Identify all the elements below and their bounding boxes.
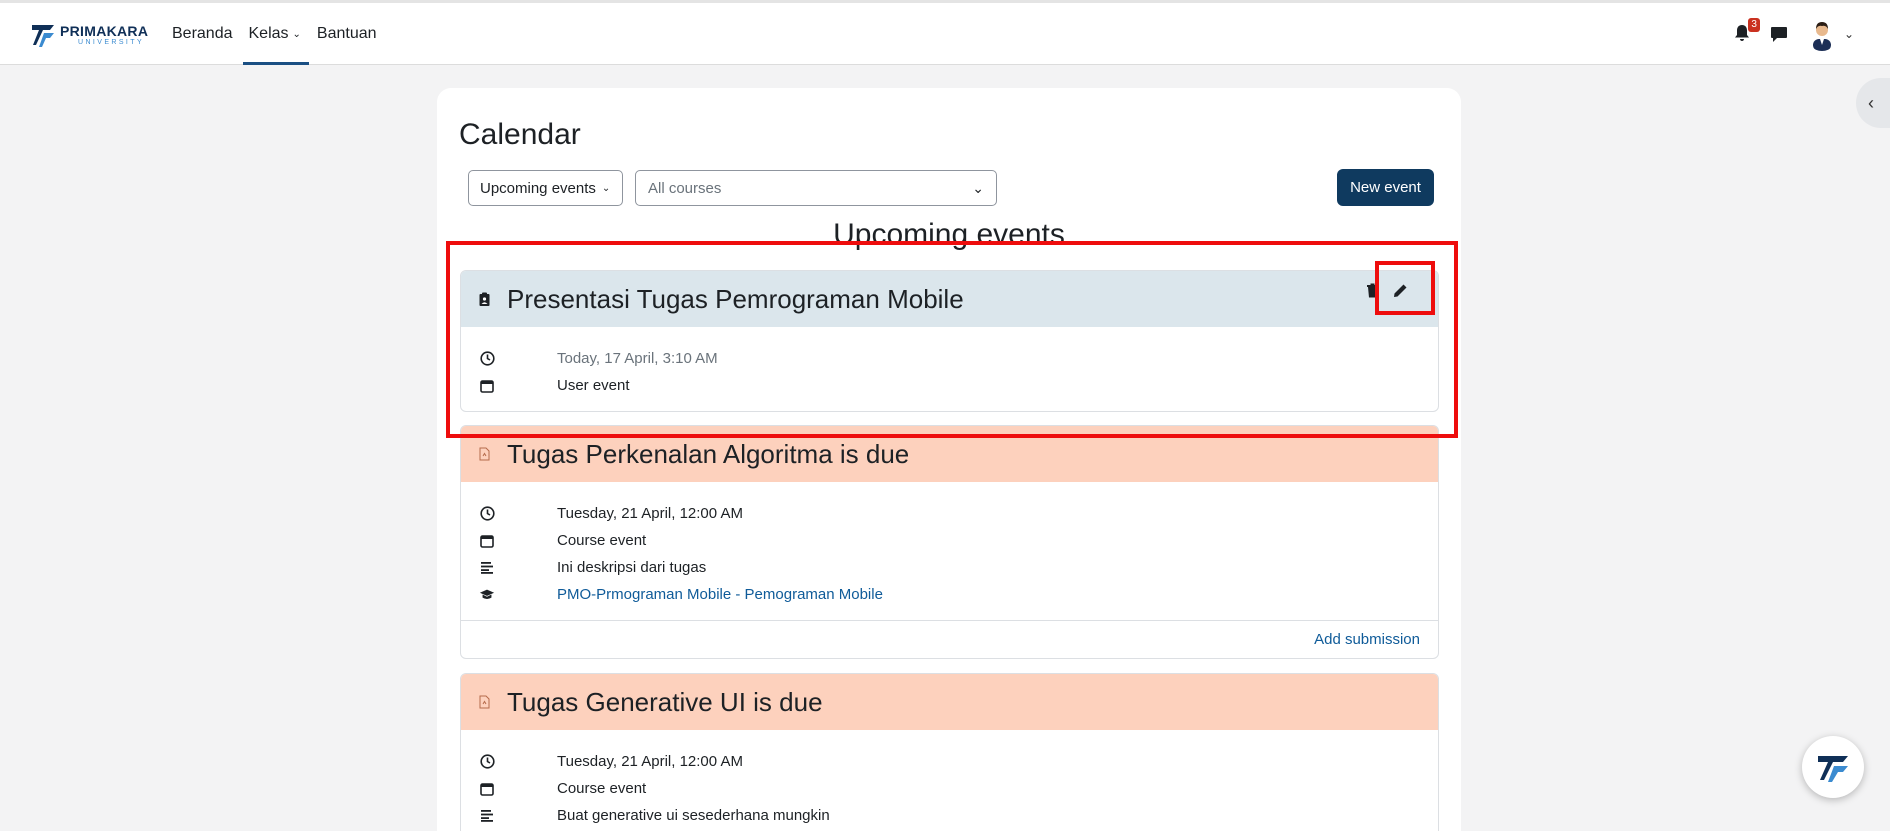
event-title[interactable]: Tugas Generative UI is due: [507, 687, 823, 718]
chevron-down-icon: ⌄: [972, 179, 984, 196]
new-event-button[interactable]: New event: [1337, 169, 1434, 206]
event-header: Tugas Perkenalan Algoritma is due: [461, 426, 1438, 482]
calendar-card: Calendar Upcoming events ⌄ All courses ⌄ N…: [437, 88, 1461, 831]
event-type: Course event: [557, 780, 647, 797]
brand-name: PRIMAKARA: [60, 23, 149, 39]
event-time-row: Tuesday, 21 April, 12:00 AM: [461, 748, 1438, 775]
primakara-logo-icon: [1818, 756, 1848, 782]
event-time: Tuesday, 21 April, 12:00 AM: [557, 753, 743, 770]
assignment-icon: [479, 694, 493, 710]
message-icon[interactable]: [1770, 26, 1788, 43]
calendar-icon: [479, 781, 495, 797]
primakara-logo-icon: [32, 25, 54, 47]
notification-count-badge: 3: [1748, 18, 1760, 32]
user-menu[interactable]: ⌄: [1805, 17, 1854, 51]
event-type: User event: [557, 377, 630, 394]
user-avatar: [1805, 17, 1838, 51]
chevron-down-icon: ⌄: [292, 28, 301, 40]
align-left-icon: [479, 808, 495, 824]
event-header: Tugas Generative UI is due: [461, 674, 1438, 730]
event-description-row: Buat generative ui sesederhana mungkin: [461, 802, 1438, 829]
primary-nav: Beranda Kelas ⌄ Bantuan: [172, 3, 377, 65]
top-navbar: PRIMAKARA UNIVERSITY Beranda Kelas ⌄ Bant…: [0, 0, 1890, 65]
event-body: Today, 17 April, 3:10 AM User event: [461, 327, 1438, 411]
calendar-icon: [479, 533, 495, 549]
nav-item-bantuan[interactable]: Bantuan: [317, 3, 377, 65]
open-drawer-button[interactable]: ‹: [1856, 78, 1890, 128]
course-select-value: All courses: [648, 179, 722, 197]
event-type-row: Course event: [461, 775, 1438, 802]
event-time-row: Tuesday, 21 April, 12:00 AM: [461, 500, 1438, 527]
clock-icon: [479, 351, 495, 367]
trash-icon[interactable]: [1366, 283, 1379, 298]
chevron-left-icon: ‹: [1868, 92, 1874, 113]
notification-button[interactable]: 3: [1734, 18, 1760, 44]
event-type-row: Course event: [461, 527, 1438, 554]
event-course-link[interactable]: PMO-Prmograman Mobile - Pemograman Mobil…: [557, 586, 883, 603]
event-type-row: User event: [461, 372, 1438, 399]
event-time: Today, 17 April, 3:10 AM: [557, 350, 718, 367]
chat-assistant-button[interactable]: [1802, 736, 1864, 798]
event-description: Ini deskripsi dari tugas: [557, 559, 707, 576]
event-title[interactable]: Presentasi Tugas Pemrograman Mobile: [507, 284, 964, 315]
event-type: Course event: [557, 532, 647, 549]
event-header: Presentasi Tugas Pemrograman Mobile: [461, 271, 1438, 327]
user-event-icon: [479, 291, 493, 307]
event-description: Buat generative ui sesederhana mungkin: [557, 807, 830, 824]
assignment-icon: [479, 446, 493, 462]
view-select-value: Upcoming events: [480, 179, 596, 197]
event-body: Tuesday, 21 April, 12:00 AM Course event…: [461, 730, 1438, 831]
section-title: Upcoming events: [833, 218, 1065, 251]
add-submission-link[interactable]: Add submission: [1314, 631, 1420, 648]
nav-item-beranda[interactable]: Beranda: [172, 3, 233, 65]
graduation-cap-icon: [479, 587, 495, 603]
align-left-icon: [479, 560, 495, 576]
course-select[interactable]: All courses ⌄: [635, 170, 997, 206]
page-title: Calendar: [459, 118, 581, 151]
edit-pencil-icon[interactable]: [1393, 283, 1408, 298]
nav-item-kelas-label: Kelas: [248, 25, 289, 42]
chevron-down-icon: ⌄: [601, 182, 611, 194]
nav-item-kelas[interactable]: Kelas ⌄: [242, 3, 310, 65]
event-card: Presentasi Tugas Pemrograman Mobile Toda…: [460, 270, 1439, 412]
clock-icon: [479, 506, 495, 522]
event-body: Tuesday, 21 April, 12:00 AM Course event…: [461, 482, 1438, 620]
event-description-row: Ini deskripsi dari tugas: [461, 554, 1438, 581]
event-card: Tugas Generative UI is due Tuesday, 21 A…: [460, 673, 1439, 831]
navbar-right: 3 ⌄: [1734, 17, 1854, 51]
event-time: Tuesday, 21 April, 12:00 AM: [557, 505, 743, 522]
event-actions: [1366, 283, 1408, 298]
calendar-icon: [479, 378, 495, 394]
event-title[interactable]: Tugas Perkenalan Algoritma is due: [507, 439, 909, 470]
chevron-down-icon: ⌄: [1843, 27, 1854, 41]
brand-sub: UNIVERSITY: [78, 39, 145, 46]
event-course-row: PMO-Prmograman Mobile - Pemograman Mobil…: [461, 581, 1438, 608]
event-card: Tugas Perkenalan Algoritma is due Tuesda…: [460, 425, 1439, 659]
event-time-row: Today, 17 April, 3:10 AM: [461, 345, 1438, 372]
clock-icon: [479, 754, 495, 770]
view-select[interactable]: Upcoming events ⌄: [468, 170, 623, 206]
brand-logo[interactable]: PRIMAKARA UNIVERSITY: [30, 21, 148, 49]
event-footer: Add submission: [461, 620, 1438, 658]
